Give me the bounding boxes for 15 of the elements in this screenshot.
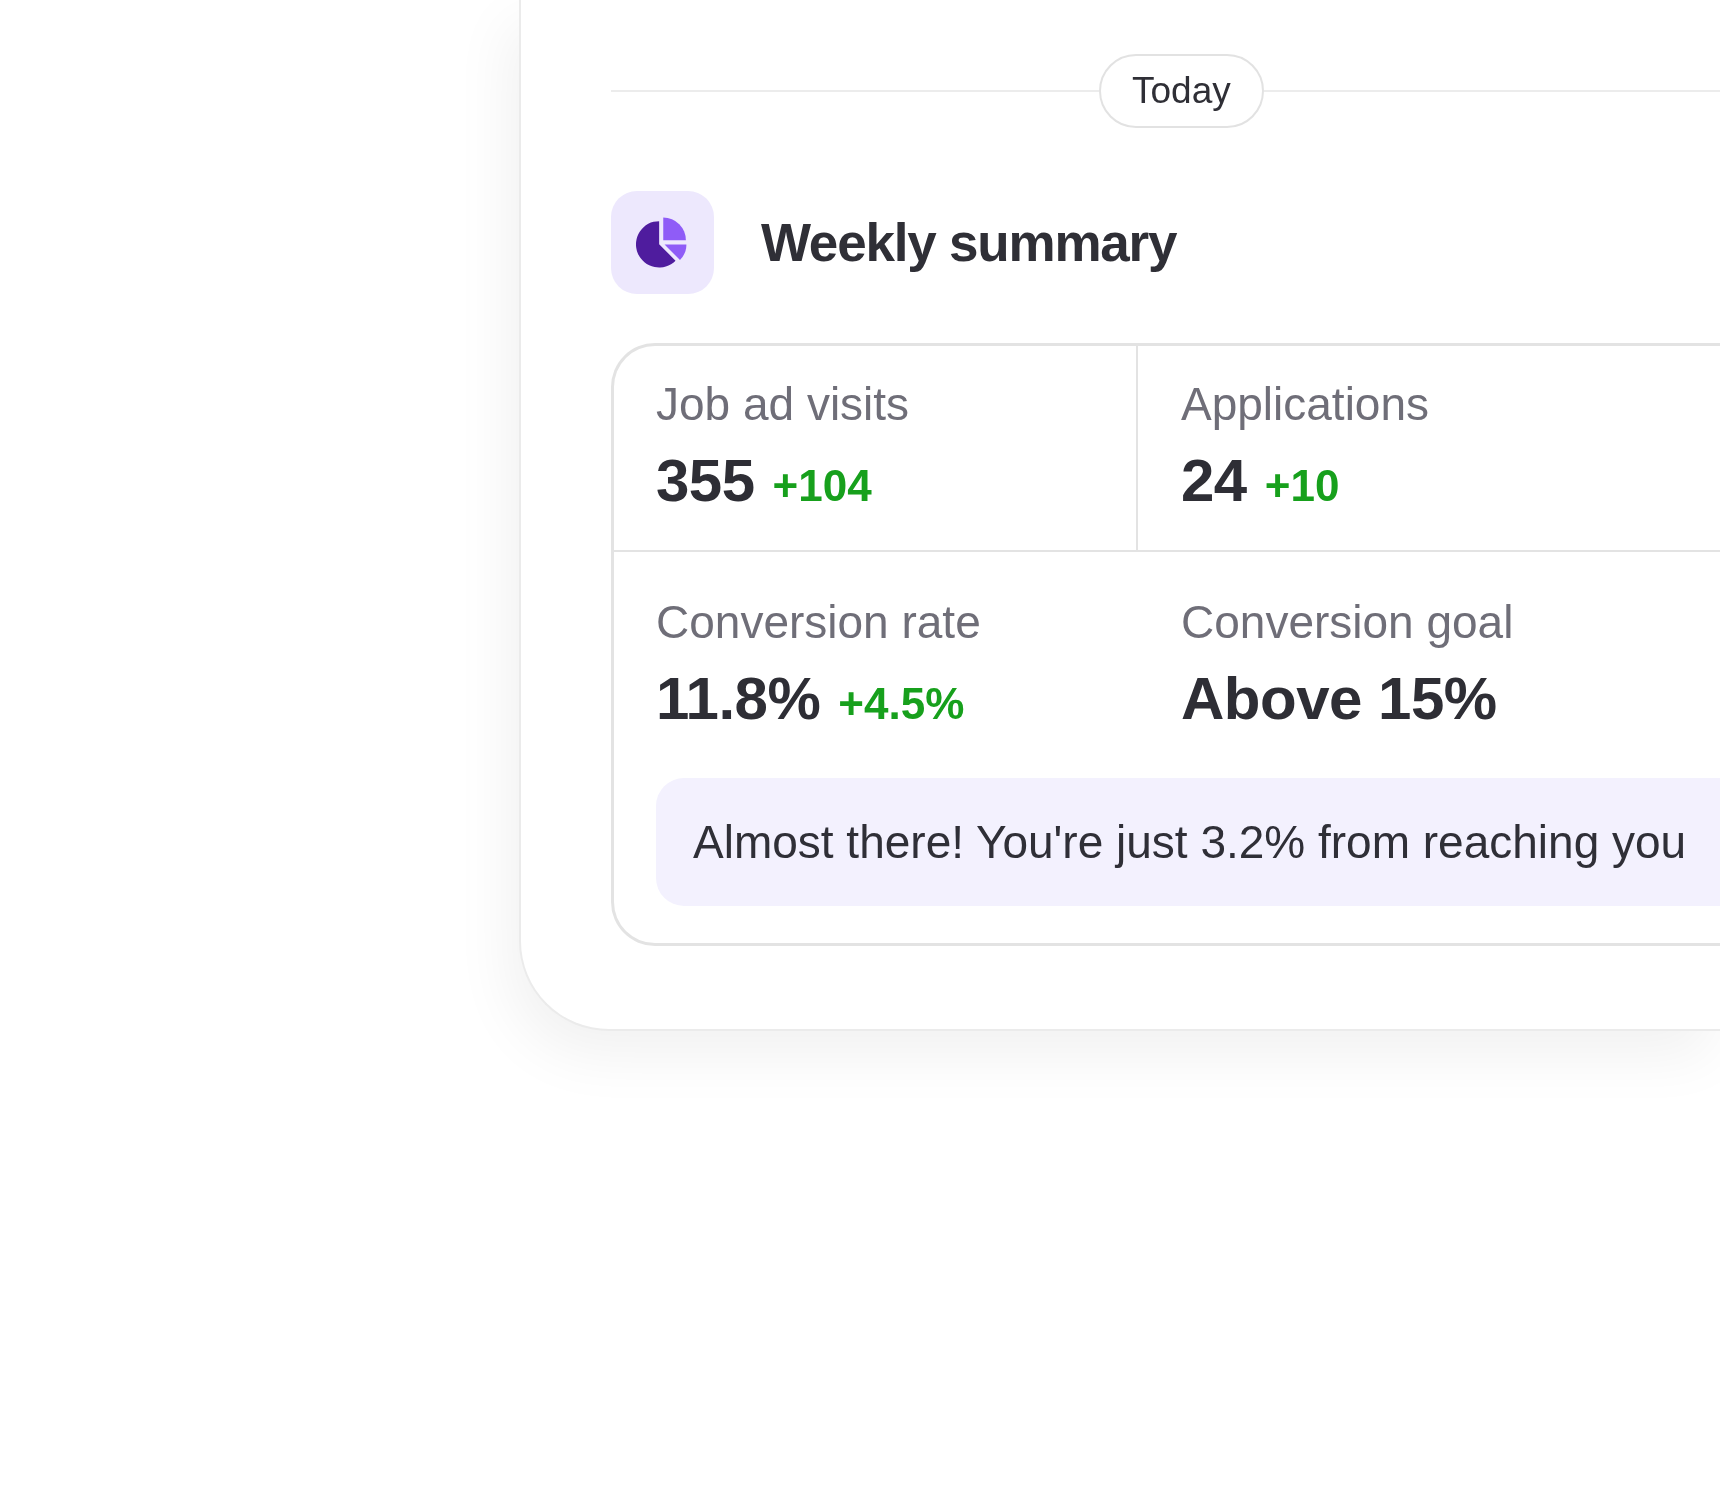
date-pill: Today bbox=[1099, 54, 1264, 128]
metric-value: 24 bbox=[1181, 446, 1247, 516]
metric-label: Job ad visits bbox=[656, 377, 910, 432]
metric-value: 11.8% bbox=[656, 664, 821, 734]
metric-change: +10 bbox=[1264, 460, 1340, 512]
metric-label: Applications bbox=[1181, 377, 1430, 432]
info-banner: Almost there! You're just 3.2% from reaching you bbox=[656, 778, 1720, 906]
metric-label: Conversion rate bbox=[656, 595, 981, 650]
metric-value: Above 15% bbox=[1181, 664, 1497, 734]
section-title: Weekly summary bbox=[761, 212, 1177, 273]
pie-chart-icon bbox=[611, 191, 714, 294]
metric-change: +104 bbox=[772, 460, 872, 512]
metric-change: +4.5% bbox=[838, 678, 965, 730]
metric-value: 355 bbox=[656, 446, 755, 516]
metric-label: Conversion goal bbox=[1181, 595, 1514, 650]
